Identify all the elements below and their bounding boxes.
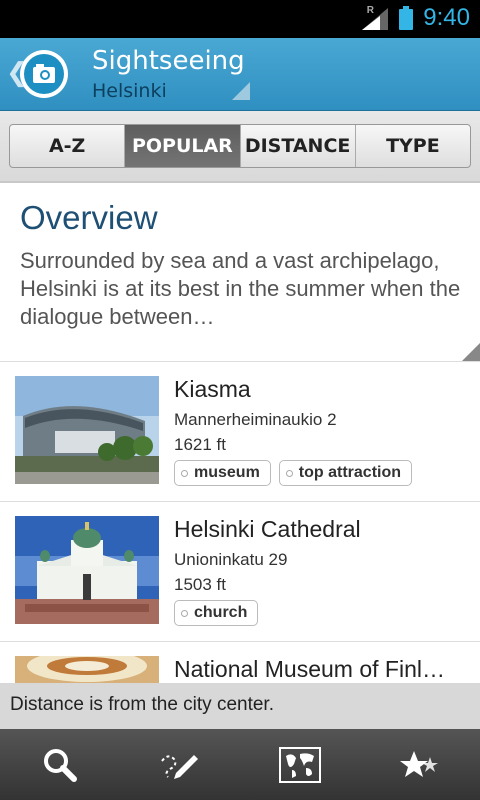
tag-top-attraction[interactable]: top attraction: [278, 460, 413, 486]
favorites-button[interactable]: [360, 729, 480, 800]
battery-icon: [399, 6, 413, 30]
search-icon: [44, 748, 77, 782]
camera-icon[interactable]: [20, 50, 68, 98]
map-button[interactable]: [240, 729, 360, 800]
bottom-toolbar: [0, 729, 480, 800]
favorite-stars-icon: [400, 750, 438, 777]
status-bar: R 9:40: [0, 0, 480, 38]
overview-text: Surrounded by sea and a vast archipelago…: [20, 248, 461, 329]
dropdown-indicator-icon[interactable]: [232, 82, 250, 100]
tag-church[interactable]: church: [174, 600, 259, 626]
city-selector[interactable]: Helsinki: [92, 80, 167, 102]
action-bar: ❮ Sightseeing Helsinki: [0, 38, 480, 111]
clock: 9:40: [423, 4, 470, 31]
tag-label: top attraction: [298, 464, 402, 481]
list-item-helsinki-cathedral[interactable]: Helsinki Cathedral Unioninkatu 29 1503 f…: [0, 502, 480, 642]
sort-tabs: A-Z POPULAR DISTANCE TYPE: [9, 124, 471, 168]
place-name: National Museum of Finl…: [174, 656, 445, 682]
tag-icon: [181, 470, 188, 477]
tag-icon: [181, 610, 188, 617]
expand-corner-icon[interactable]: [462, 343, 480, 361]
place-tags: church: [174, 600, 259, 626]
tag-label: church: [194, 604, 248, 621]
world-map-icon: [279, 746, 321, 783]
place-name: Kiasma: [174, 376, 251, 402]
place-name: Helsinki Cathedral: [174, 516, 361, 542]
screen-title: Sightseeing: [92, 46, 245, 76]
place-address: Unioninkatu 29: [174, 550, 288, 569]
sort-tabs-bar: A-Z POPULAR DISTANCE TYPE: [0, 111, 480, 183]
cathedral-photo: [15, 516, 159, 624]
notes-button[interactable]: [120, 729, 240, 800]
place-address: Mannerheiminaukio 2: [174, 410, 337, 429]
place-distance: 1503 ft: [174, 575, 226, 594]
tag-museum[interactable]: museum: [174, 460, 271, 486]
list-item-kiasma[interactable]: Kiasma Mannerheiminaukio 2 1621 ft museu…: [0, 362, 480, 502]
distance-info-toast: Distance is from the city center.: [0, 683, 480, 729]
place-distance: 1621 ft: [174, 435, 226, 454]
tab-type[interactable]: TYPE: [356, 125, 470, 167]
overview-heading: Overview: [20, 199, 158, 236]
tab-a-z[interactable]: A-Z: [10, 125, 126, 167]
tab-distance[interactable]: DISTANCE: [241, 125, 356, 167]
place-tags: museum top attraction: [174, 460, 413, 486]
signal-icon: [362, 8, 388, 30]
kiasma-photo: [15, 376, 159, 484]
overview-section[interactable]: Overview Surrounded by sea and a vast ar…: [0, 183, 480, 362]
search-button[interactable]: [0, 729, 120, 800]
toast-text: Distance is from the city center.: [10, 694, 274, 715]
tag-icon: [285, 470, 293, 477]
tag-label: museum: [194, 464, 260, 481]
note-pen-icon: [161, 754, 198, 779]
tab-popular[interactable]: POPULAR: [125, 125, 241, 167]
